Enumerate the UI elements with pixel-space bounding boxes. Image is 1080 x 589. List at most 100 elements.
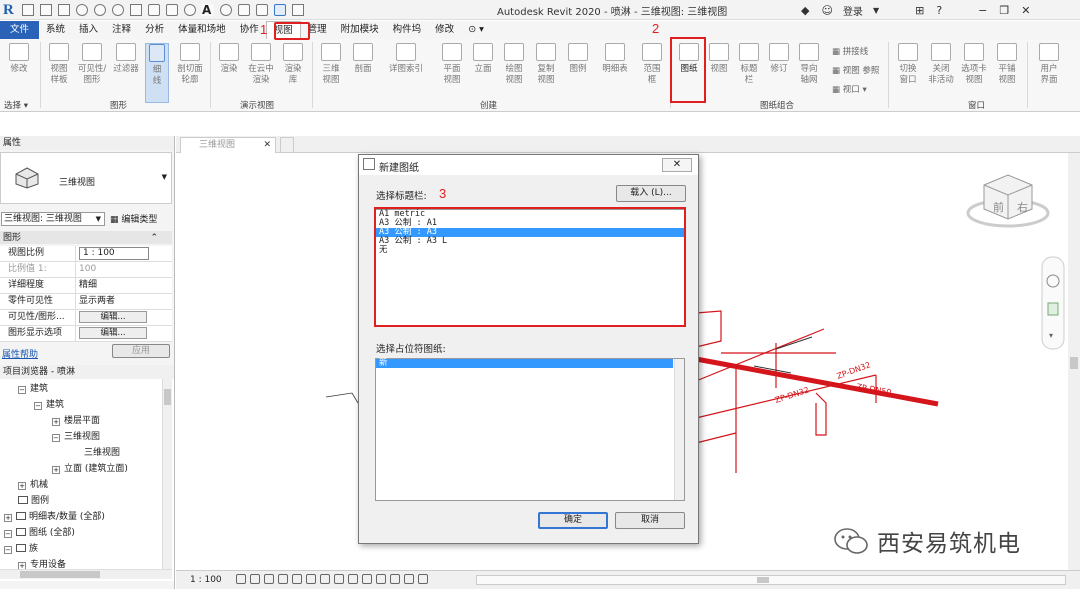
minimize-icon[interactable]: − (978, 4, 987, 17)
browser-hscrollbar[interactable] (0, 569, 172, 579)
view-templates-button[interactable]: 视图 样板 (44, 43, 74, 103)
crop-view-icon[interactable] (306, 574, 316, 584)
tree-node-architecture[interactable]: − 建筑 (18, 381, 48, 394)
revit-logo-icon[interactable]: R (3, 1, 19, 19)
redo-icon[interactable] (112, 4, 124, 16)
revisions-button[interactable]: 修订 (764, 43, 794, 103)
scroll-thumb[interactable] (757, 577, 769, 583)
title-block-button[interactable]: 标题 栏 (734, 43, 764, 103)
tree-node-3d-view[interactable]: 三维视图 (84, 445, 120, 458)
visibility-graphics-button[interactable]: 可见性/ 图形 (77, 43, 107, 103)
sync-icon[interactable] (76, 4, 88, 16)
lock-view-icon[interactable] (334, 574, 344, 584)
detail-level-field[interactable]: 精细 (76, 278, 172, 293)
tree-node-mechanical[interactable]: + 机械 (18, 477, 48, 490)
render-gallery-button[interactable]: 渲染 库 (278, 43, 308, 103)
thin-lines-icon[interactable] (256, 4, 268, 16)
view-reference-button[interactable]: ▦ 视图 参照 (832, 64, 879, 76)
close-hidden-icon[interactable] (274, 4, 286, 16)
view-cube[interactable]: 前 右 (966, 174, 1050, 228)
tree-node-floor-plans[interactable]: + 楼层平面 (52, 413, 100, 426)
cart-icon[interactable]: ⊞ (915, 4, 924, 17)
cut-profile-button[interactable]: 剖切面 轮廓 (175, 43, 205, 103)
legends-button[interactable]: 图例 (563, 43, 593, 103)
cancel-button[interactable]: 取消 (615, 512, 685, 529)
horizontal-scrollbar[interactable] (476, 575, 1066, 585)
view-scale-field[interactable]: 1 : 100 (76, 246, 172, 261)
instance-selector[interactable]: 三维视图: 三维视图 ▼ (1, 212, 105, 226)
close-icon[interactable]: ✕ (263, 138, 271, 153)
modify-button[interactable]: 修改 (4, 43, 34, 103)
visual-style-icon[interactable] (250, 574, 260, 584)
open-icon[interactable] (40, 4, 52, 16)
matchline-button[interactable]: ▦ 拼接线 (832, 45, 868, 57)
reveal-hidden-icon[interactable] (362, 574, 372, 584)
render-cloud-button[interactable]: 在云中 渲染 (246, 43, 276, 103)
home-icon[interactable] (22, 4, 34, 16)
temporary-hide-icon[interactable] (348, 574, 358, 584)
properties-help-link[interactable]: 属性帮助 (2, 347, 38, 360)
plan-views-button[interactable]: 平面 视图 (437, 43, 467, 103)
3d-view-button[interactable]: 三维 视图 (316, 43, 346, 103)
ribbon-options-icon[interactable]: ⊙ ▾ (461, 21, 491, 39)
detail-level-icon[interactable] (236, 574, 246, 584)
people-icon[interactable]: ☺ (821, 4, 832, 17)
display-options-edit-button[interactable]: 编辑... (79, 327, 147, 339)
close-button[interactable]: ✕ (662, 158, 692, 172)
elevation-button[interactable]: 立面 (468, 43, 498, 103)
load-button[interactable]: 载入 (L)... (616, 185, 686, 202)
undo-icon[interactable] (94, 4, 106, 16)
thin-lines-button[interactable]: 细 线 (145, 43, 169, 103)
tab-views-button[interactable]: 选项卡 视图 (959, 43, 989, 103)
close-icon[interactable]: ✕ (1021, 4, 1030, 17)
help-icon[interactable]: ? (936, 4, 942, 17)
section-button[interactable]: 剖面 (348, 43, 378, 103)
user-interface-button[interactable]: 用户 界面 (1034, 43, 1064, 103)
list-item-selected[interactable]: 新 (376, 359, 673, 368)
chevron-down-icon[interactable]: ▼ (873, 6, 879, 15)
schedules-button[interactable]: 明细表 (597, 43, 633, 103)
tile-views-button[interactable]: 平铺 视图 (992, 43, 1022, 103)
tab-massing[interactable]: 体量和场地 (171, 21, 233, 39)
text-icon[interactable]: A (202, 4, 214, 16)
parts-visibility-field[interactable]: 显示两者 (76, 294, 172, 309)
tree-node-families[interactable]: − 族 (4, 541, 38, 554)
print-icon[interactable] (130, 4, 142, 16)
tab-file[interactable]: 文件 (0, 21, 40, 39)
viewports-button[interactable]: ▦ 视口 ▾ (832, 83, 867, 95)
tree-node-architecture-sub[interactable]: − 建筑 (34, 397, 64, 410)
3d-view-icon[interactable] (220, 4, 232, 16)
tab-insert[interactable]: 插入 (72, 21, 105, 39)
tab-analyze[interactable]: 分析 (138, 21, 171, 39)
section-icon[interactable] (238, 4, 250, 16)
tree-node-sheets[interactable]: − 图纸 (全部) (4, 525, 75, 538)
login-link[interactable]: 登录 (843, 3, 863, 18)
tree-node-schedules[interactable]: + 明细表/数量 (全部) (4, 509, 105, 522)
place-view-button[interactable]: 视图 (704, 43, 734, 103)
scope-box-button[interactable]: 范围 框 (637, 43, 667, 103)
pipe-network[interactable] (695, 310, 939, 473)
tab-sheet[interactable] (280, 137, 294, 153)
tag-icon[interactable] (184, 4, 196, 16)
render-dialog-icon[interactable] (292, 574, 302, 584)
placeholder-list[interactable]: 新 (375, 358, 685, 501)
sun-path-icon[interactable] (264, 574, 274, 584)
shadows-icon[interactable] (278, 574, 288, 584)
show-crop-icon[interactable] (320, 574, 330, 584)
guide-grid-button[interactable]: 导向 轴网 (794, 43, 824, 103)
measure-icon[interactable] (148, 4, 160, 16)
constraints-icon[interactable] (418, 574, 428, 584)
duplicate-view-button[interactable]: 复制 视图 (531, 43, 561, 103)
navigation-bar[interactable]: ▾ (1041, 256, 1065, 350)
tree-node-elevations[interactable]: + 立面 (建筑立面) (52, 461, 128, 474)
filters-button[interactable]: 过滤器 (111, 43, 141, 103)
highlight-displacement-icon[interactable] (404, 574, 414, 584)
scroll-thumb[interactable] (20, 571, 100, 578)
drafting-view-button[interactable]: 绘图 视图 (499, 43, 529, 103)
switch-windows-button[interactable]: 切换 窗口 (893, 43, 923, 103)
tree-node-3d-views[interactable]: − 三维视图 (52, 429, 100, 442)
search-icon[interactable]: ◆ (801, 4, 809, 17)
dimension-icon[interactable] (166, 4, 178, 16)
analytical-model-icon[interactable] (390, 574, 400, 584)
save-icon[interactable] (58, 4, 70, 16)
